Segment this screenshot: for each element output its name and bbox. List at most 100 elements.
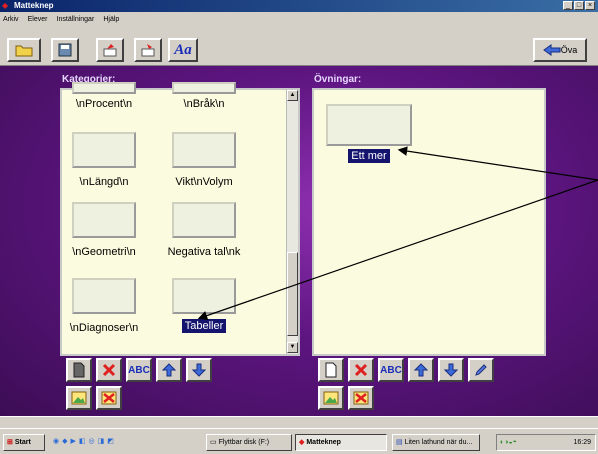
- practice-button[interactable]: Öva: [533, 38, 587, 62]
- category-negativa-tal[interactable]: Negativa tal\nk: [156, 246, 252, 258]
- new-exercise-button[interactable]: [318, 358, 344, 382]
- pencil-icon: [475, 364, 487, 376]
- category-thumb[interactable]: [72, 82, 136, 94]
- arrow-up-icon: [162, 363, 176, 377]
- tray-icons: ◐◑◒◓: [500, 439, 517, 446]
- categories-panel[interactable]: \nProcent\n \nBråk\n \nLängd\n Vikt\nVol…: [60, 82, 300, 356]
- delete-category-button[interactable]: [96, 358, 122, 382]
- move-category-down-button[interactable]: [186, 358, 212, 382]
- category-tabeller-label: Tabeller: [181, 319, 227, 333]
- windows-icon: ⊞: [7, 439, 13, 446]
- category-vikt-volym[interactable]: Vikt\nVolym: [156, 176, 252, 188]
- exercise-ett-mer[interactable]: Ett mer: [321, 149, 417, 163]
- picture-icon: [323, 391, 339, 405]
- category-tabeller[interactable]: Tabeller: [156, 319, 252, 333]
- taskbar-item-matteknep[interactable]: ◆ Matteknep: [295, 434, 387, 451]
- category-brak[interactable]: \nBråk\n: [156, 98, 252, 110]
- add-category-image-button[interactable]: [66, 386, 92, 410]
- arrow-down-icon: [192, 363, 206, 377]
- move-exercise-down-button[interactable]: [438, 358, 464, 382]
- scroll-up-button[interactable]: ▲: [287, 90, 298, 101]
- start-label: Start: [14, 439, 31, 446]
- edit-exercise-button[interactable]: [468, 358, 494, 382]
- picture-delete-icon: [353, 391, 369, 405]
- rename-exercise-button[interactable]: ABC: [378, 358, 404, 382]
- system-tray: ◐◑◒◓ 16:29: [496, 434, 596, 451]
- document-icon: [73, 362, 85, 378]
- exercise-thumb[interactable]: [326, 104, 412, 146]
- status-bar: [0, 416, 598, 428]
- taskbar-item-label: Flyttbar disk (F:): [218, 439, 270, 446]
- toolbar: Aa Öva: [0, 24, 598, 66]
- user-delete-icon: [141, 44, 155, 57]
- remove-category-image-button[interactable]: [96, 386, 122, 410]
- practice-label: Öva: [560, 45, 578, 55]
- category-thumb[interactable]: [72, 202, 136, 238]
- document-icon: [325, 362, 337, 378]
- user-edit-icon: [103, 44, 117, 57]
- picture-delete-icon: [101, 391, 117, 405]
- category-thumb[interactable]: [72, 278, 136, 314]
- delete-x-icon: [102, 363, 116, 377]
- categories-image-buttons: [66, 386, 122, 410]
- maximize-button[interactable]: □: [574, 1, 584, 10]
- floppy-icon: [58, 43, 72, 57]
- clock[interactable]: 16:29: [573, 435, 591, 450]
- delete-exercise-button[interactable]: [348, 358, 374, 382]
- categories-buttons: ABC: [66, 358, 212, 382]
- app-icon: ◆: [2, 1, 9, 10]
- font-label: Aa: [174, 41, 192, 58]
- font-button[interactable]: Aa: [168, 38, 198, 62]
- open-button[interactable]: [7, 38, 41, 62]
- categories-scrollbar[interactable]: ▲ ▼: [286, 90, 298, 354]
- quick-launch[interactable]: ◉◆▶◧◎◨◩: [50, 434, 200, 451]
- move-category-up-button[interactable]: [156, 358, 182, 382]
- start-button[interactable]: ⊞ Start: [3, 434, 45, 451]
- close-button[interactable]: ×: [585, 1, 595, 10]
- category-diagnoser[interactable]: \nDiagnoser\n: [56, 322, 152, 334]
- main-area: Kategorier: Övningar: \nProcent\n \nBråk…: [0, 66, 598, 416]
- app-icon: ◆: [299, 439, 305, 446]
- abc-icon: ABC: [128, 364, 150, 376]
- folder-icon: [15, 45, 33, 57]
- category-thumb[interactable]: [172, 202, 236, 238]
- category-langd[interactable]: \nLängd\n: [56, 176, 152, 188]
- exercise-ett-mer-label: Ett mer: [348, 149, 390, 163]
- exercises-heading: Övningar:: [314, 74, 362, 85]
- arrow-up-icon: [414, 363, 428, 377]
- window-title: Matteknep: [14, 1, 54, 10]
- exercises-panel[interactable]: Ett mer: [312, 88, 546, 356]
- taskbar-item-label: Matteknep: [306, 439, 341, 446]
- taskbar-item-label: Liten lathund när du...: [404, 439, 473, 446]
- taskbar: ⊞ Start ◉◆▶◧◎◨◩ ▭ Flyttbar disk (F:) ◆ M…: [0, 428, 598, 454]
- delete-x-icon: [354, 363, 368, 377]
- category-geometri[interactable]: \nGeometri\n: [56, 246, 152, 258]
- quick-launch-icons: ◉◆▶◧◎◨◩: [53, 438, 117, 445]
- exercises-buttons: ABC: [318, 358, 494, 382]
- scroll-thumb[interactable]: [287, 252, 298, 336]
- scroll-down-button[interactable]: ▼: [287, 342, 298, 353]
- student-button[interactable]: [96, 38, 124, 62]
- rename-category-button[interactable]: ABC: [126, 358, 152, 382]
- add-exercise-image-button[interactable]: [318, 386, 344, 410]
- category-procent[interactable]: \nProcent\n: [56, 98, 152, 110]
- save-button[interactable]: [51, 38, 79, 62]
- class-button[interactable]: [134, 38, 162, 62]
- abc-icon: ABC: [380, 364, 402, 376]
- category-thumb[interactable]: [172, 132, 236, 168]
- remove-exercise-image-button[interactable]: [348, 386, 374, 410]
- drive-icon: ▭: [210, 439, 217, 446]
- title-bar: ◆ Matteknep _ □ ×: [0, 0, 598, 12]
- new-category-button[interactable]: [66, 358, 92, 382]
- category-thumb[interactable]: [172, 82, 236, 94]
- taskbar-item-flyttbar-disk[interactable]: ▭ Flyttbar disk (F:): [206, 434, 292, 451]
- exercises-image-buttons: [318, 386, 374, 410]
- minimize-button[interactable]: _: [563, 1, 573, 10]
- document-icon: ▤: [396, 439, 403, 446]
- move-exercise-up-button[interactable]: [408, 358, 434, 382]
- picture-icon: [71, 391, 87, 405]
- category-thumb[interactable]: [72, 132, 136, 168]
- arrow-left-icon: [542, 44, 561, 56]
- taskbar-item-lathund[interactable]: ▤ Liten lathund när du...: [392, 434, 480, 451]
- category-thumb[interactable]: [172, 278, 236, 314]
